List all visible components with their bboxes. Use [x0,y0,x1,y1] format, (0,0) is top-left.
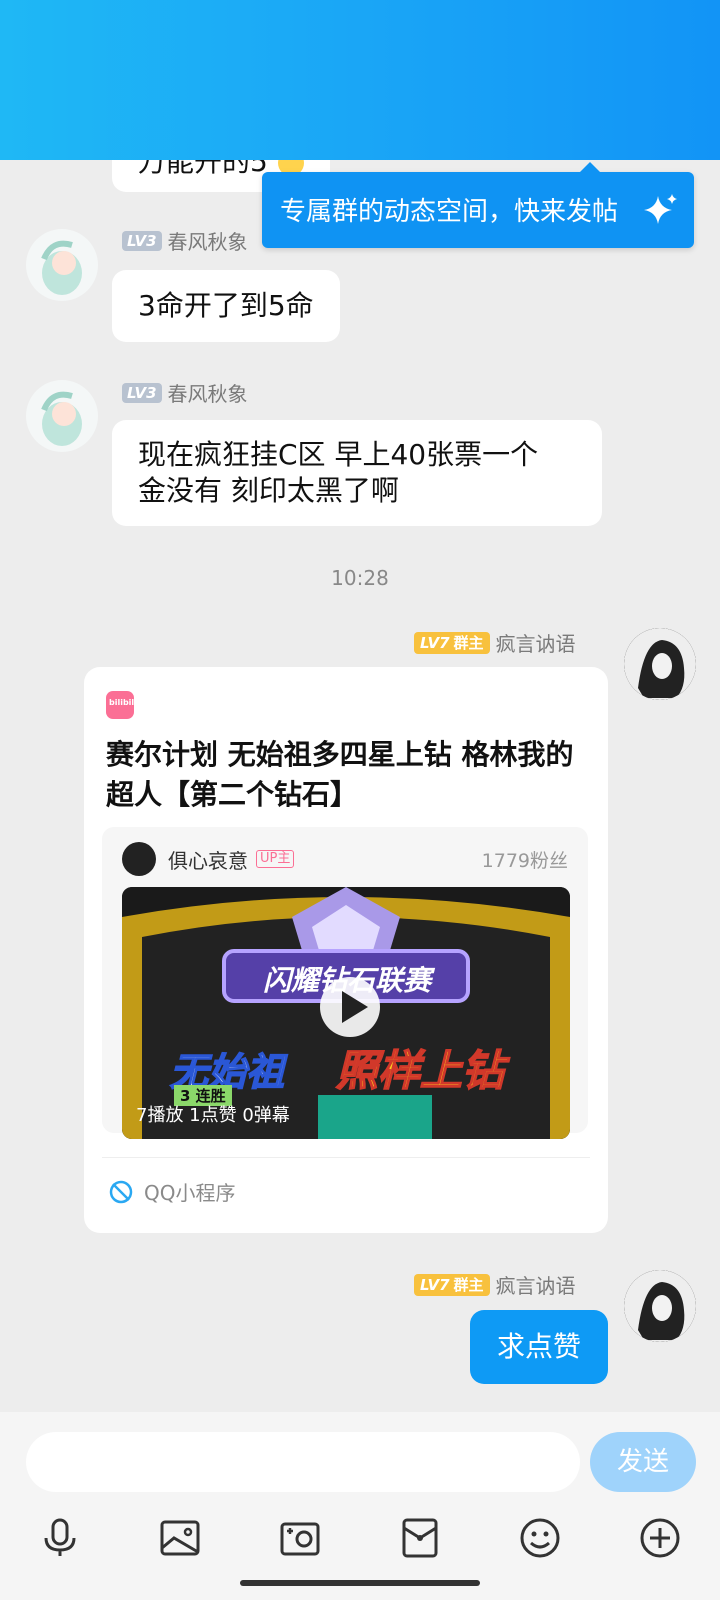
microphone-icon[interactable] [38,1516,82,1560]
menu-icon[interactable] [648,94,692,138]
owner-avatar[interactable] [624,1270,696,1342]
system-icons: HD 5G [508,28,662,54]
level-badge: LV3 [122,230,162,251]
active-tab-indicator [482,152,530,156]
wifi-icon [508,33,537,53]
emoji-icon[interactable] [518,1516,562,1560]
video-thumbnail[interactable]: 闪耀钻石联赛 无始祖 照样上钻 3 连胜 7播放 1点赞 0弹幕 [122,887,570,1139]
ear-icon[interactable] [414,92,436,118]
battery-icon [618,33,662,53]
message-bubble[interactable]: 现在疯狂挂C区 早上40张票一个 金没有 刻印太黑了啊 [112,420,602,526]
message-bubble-self[interactable]: 求点赞 [470,1310,608,1384]
sender-name[interactable]: 疯言讷语 [496,1270,576,1299]
owner-badge: LV7 群主 [414,1273,490,1296]
card-title: 赛尔计划 无始祖多四星上钻 格林我的超人【第二个钻石】 [106,738,574,811]
chat-tab-icon[interactable] [484,94,528,138]
video-stats: 7播放 1点赞 0弹幕 [136,1105,290,1126]
input-area: 发送 [0,1412,720,1600]
card-divider [102,1157,590,1158]
unread-count-badge[interactable]: 30 [76,98,132,132]
notification-icons [228,32,372,54]
up-badge: UP主 [256,850,295,868]
group-name: 惧心哀意舰长群(21) [144,89,398,122]
camera-icon[interactable] [278,1516,322,1560]
qq-mini-program-icon [109,1180,133,1203]
owner-meta: LV7 群主 疯言讷语 [414,628,576,657]
sparkle-icon [644,194,677,224]
new-post-dot [606,88,618,100]
app-notification-icon [228,32,250,54]
bilibili-logo-icon: bilibili [106,691,137,719]
message-timestamp: 10:28 [331,566,389,590]
chat-header: 10:34 HD 5G 30 惧心哀意舰长群(21) 18人在线 [0,0,720,160]
uploader-avatar [122,842,156,876]
uploader-row: 俱心哀意 UP主 1779粉丝 [122,841,568,877]
owner-meta: LV7 群主 疯言讷语 [414,1270,576,1299]
image-icon[interactable] [158,1516,202,1560]
sender-name[interactable]: 春风秋象 [168,226,248,255]
owner-avatar[interactable] [624,628,696,700]
mini-program-label: QQ小程序 [108,1177,235,1206]
status-bar: 10:34 HD 5G [0,22,720,68]
group-title[interactable]: 惧心哀意舰长群(21) [144,84,436,124]
avatar[interactable] [26,229,98,301]
tooltip-text: 专属群的动态空间，快来发帖 [280,197,619,227]
back-icon[interactable] [34,96,64,136]
level-badge: LV3 [122,382,162,403]
input-toolbar [0,1506,720,1570]
uploader-name: 俱心哀意 [168,848,248,873]
mail-notification-icon [260,32,282,54]
signal-icon: 5G [578,28,610,54]
video-preview[interactable]: 俱心哀意 UP主 1779粉丝 闪耀钻石联赛 无始祖 照样上钻 3 连胜 7播放… [102,827,588,1139]
play-icon[interactable] [318,975,382,1039]
send-button[interactable]: 发送 [590,1432,696,1492]
message-text-line: 金没有 刻印太黑了啊 [138,474,399,507]
message-text-line: 现在疯狂挂C区 早上40张票一个 [138,438,539,471]
status-time: 10:34 [112,30,184,58]
mini-program-card[interactable]: bilibili 赛尔计划 无始祖多四星上钻 格林我的超人【第二个钻石】 俱心哀… [84,667,608,1233]
thumb-text-right: 照样上钻 [335,1045,505,1096]
message-notification-icon [292,32,314,54]
more-notifications-dot [366,40,372,46]
message-input[interactable] [26,1432,580,1492]
sender-name[interactable]: 疯言讷语 [496,628,576,657]
home-indicator[interactable] [240,1580,480,1586]
red-packet-icon[interactable] [398,1516,442,1560]
message-text: 万能开的5 [138,145,268,178]
sender-name[interactable]: 春风秋象 [168,378,248,407]
message-text: 3命开了到5命 [138,289,314,322]
sender-meta: LV3 春风秋象 [122,378,248,407]
nav-bar: 30 惧心哀意舰长群(21) 18人在线 [0,78,720,158]
plus-icon[interactable] [638,1516,682,1560]
message-bubble[interactable]: 3命开了到5命 [112,270,340,342]
post-edit-icon[interactable] [566,94,610,138]
taobao-notification-icon [324,32,346,54]
avatar[interactable] [26,380,98,452]
sender-meta: LV3 春风秋象 [122,226,248,255]
owner-badge: LV7 群主 [414,631,490,654]
feed-tooltip[interactable]: 专属群的动态空间，快来发帖 [262,162,694,248]
hd-icon: HD [545,35,570,51]
fans-count: 1779粉丝 [481,849,568,872]
